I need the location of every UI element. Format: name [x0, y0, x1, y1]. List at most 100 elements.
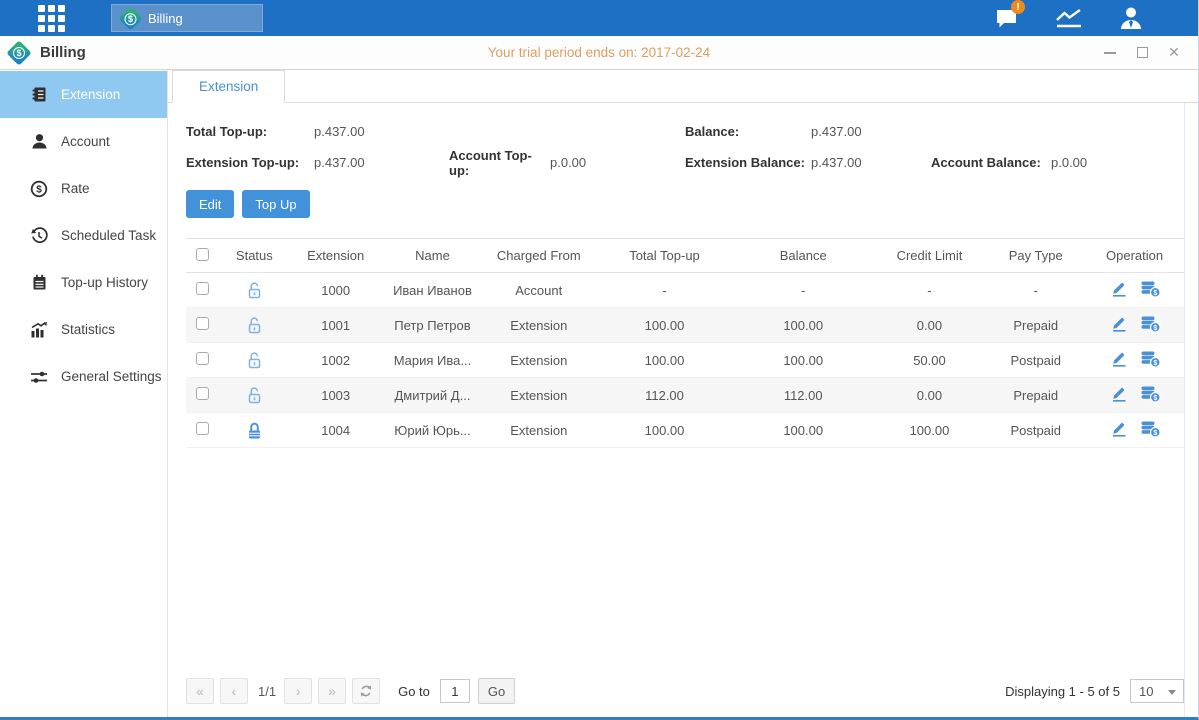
- pay-type-cell: Prepaid: [986, 378, 1085, 413]
- extension-cell: 1003: [289, 378, 383, 413]
- topup-icon: $: [1140, 420, 1161, 441]
- row-checkbox[interactable]: [196, 317, 209, 330]
- topup-extension-button[interactable]: $: [1140, 350, 1162, 370]
- svg-text:$: $: [1153, 289, 1157, 296]
- topup-extension-button[interactable]: $: [1140, 385, 1162, 405]
- column-header-charged-from: Charged From: [482, 239, 595, 273]
- edit-extension-button[interactable]: [1108, 420, 1130, 440]
- balance-cell: 100.00: [734, 308, 873, 343]
- topup-extension-button[interactable]: $: [1140, 420, 1162, 440]
- edit-extension-button[interactable]: [1108, 315, 1130, 335]
- svg-text:$: $: [1153, 324, 1157, 331]
- row-checkbox[interactable]: [196, 282, 209, 295]
- pay-type-cell: Postpaid: [986, 413, 1085, 448]
- tab-bar: Extension: [168, 70, 1198, 103]
- status-cell: [220, 273, 289, 308]
- extensions-table: StatusExtensionNameCharged FromTotal Top…: [186, 238, 1184, 448]
- refresh-icon[interactable]: [352, 678, 380, 704]
- operation-cell: $: [1085, 308, 1184, 343]
- first-page-button[interactable]: «: [186, 678, 214, 704]
- balance-label: Balance:: [685, 124, 811, 139]
- taskbar-billing-label: Billing: [148, 11, 183, 26]
- tab-extension-label: Extension: [199, 79, 258, 94]
- trial-notice: Your trial period ends on: 2017-02-24: [0, 45, 1198, 60]
- credit-limit-cell: 0.00: [873, 378, 987, 413]
- tab-extension[interactable]: Extension: [172, 70, 285, 103]
- window-title: Billing: [40, 44, 86, 61]
- name-cell: Юрий Юрь...: [383, 413, 483, 448]
- topup-icon: $: [1140, 280, 1161, 301]
- topup-history-icon: [30, 274, 48, 292]
- sidebar-item-scheduled-task[interactable]: Scheduled Task: [0, 212, 167, 259]
- lock-open-icon: [246, 351, 263, 370]
- sidebar-item-top-up-history[interactable]: Top-up History: [0, 259, 167, 306]
- account-balance-label: Account Balance:: [931, 155, 1051, 170]
- operation-cell: $: [1085, 378, 1184, 413]
- page-size-select[interactable]: 10: [1130, 679, 1184, 703]
- statistics-icon: [30, 321, 48, 339]
- page-indicator: 1/1: [258, 684, 276, 699]
- close-button[interactable]: ✕: [1166, 45, 1182, 61]
- edit-extension-button[interactable]: [1108, 350, 1130, 370]
- app-window: $ Billing ! $ Billing: [0, 0, 1199, 720]
- row-checkbox[interactable]: [196, 422, 209, 435]
- operation-cell: $: [1085, 413, 1184, 448]
- name-cell: Мария Ива...: [383, 343, 483, 378]
- app-grid-icon[interactable]: [38, 5, 65, 32]
- user-account-icon[interactable]: [1116, 5, 1146, 31]
- column-header-status: Status: [220, 239, 289, 273]
- sidebar-item-label: Account: [61, 134, 110, 149]
- select-all-checkbox[interactable]: [196, 248, 209, 261]
- total-topup-label: Total Top-up:: [186, 124, 314, 139]
- extension-cell: 1001: [289, 308, 383, 343]
- sidebar-item-label: Extension: [61, 87, 120, 102]
- next-page-button[interactable]: ›: [284, 678, 312, 704]
- last-page-button[interactable]: »: [318, 678, 346, 704]
- balance-summary: Total Top-up: p.437.00 Extension Top-up:…: [186, 116, 1184, 178]
- edit-extension-button[interactable]: [1108, 385, 1130, 405]
- extension-balance-label: Extension Balance:: [685, 155, 811, 170]
- credit-limit-cell: -: [873, 273, 987, 308]
- edit-extension-button[interactable]: [1108, 280, 1130, 300]
- general-settings-icon: [30, 368, 48, 386]
- sidebar-item-label: Scheduled Task: [61, 228, 156, 243]
- sidebar-item-extension[interactable]: Extension: [0, 71, 167, 118]
- maximize-button[interactable]: [1134, 45, 1150, 61]
- sidebar-item-rate[interactable]: $Rate: [0, 165, 167, 212]
- row-checkbox[interactable]: [196, 387, 209, 400]
- messages-icon[interactable]: !: [992, 5, 1022, 31]
- monitor-chart-icon[interactable]: [1054, 5, 1084, 31]
- row-select-cell: [186, 413, 220, 448]
- topup-extension-button[interactable]: $: [1140, 315, 1162, 335]
- operation-cell: $: [1085, 273, 1184, 308]
- toolbar: Edit Top Up: [186, 190, 1184, 218]
- prev-page-button[interactable]: ‹: [220, 678, 248, 704]
- extension-icon: [30, 86, 48, 104]
- balance-value: p.437.00: [811, 124, 931, 139]
- goto-page-input[interactable]: [440, 679, 470, 703]
- sidebar-item-label: Rate: [61, 181, 90, 196]
- svg-text:$: $: [1153, 429, 1157, 436]
- lock-open-icon: [246, 281, 263, 300]
- topup-icon: $: [1140, 315, 1161, 336]
- top-up-button[interactable]: Top Up: [242, 190, 309, 218]
- sidebar-item-account[interactable]: Account: [0, 118, 167, 165]
- taskbar-billing-tab[interactable]: $ Billing: [111, 4, 263, 32]
- edit-button[interactable]: Edit: [186, 190, 234, 218]
- balance-cell: -: [734, 273, 873, 308]
- sidebar-item-general-settings[interactable]: General Settings: [0, 353, 167, 400]
- status-cell: [220, 308, 289, 343]
- account-topup-label: Account Top-up:: [449, 148, 550, 178]
- row-select-cell: [186, 343, 220, 378]
- table-row: 1000Иван ИвановAccount----$: [186, 273, 1184, 308]
- column-header-extension: Extension: [289, 239, 383, 273]
- credit-limit-cell: 0.00: [873, 308, 987, 343]
- goto-label: Go to: [398, 684, 430, 699]
- account-topup-value: p.0.00: [550, 155, 586, 170]
- go-button[interactable]: Go: [478, 678, 515, 704]
- topup-extension-button[interactable]: $: [1140, 280, 1162, 300]
- minimize-button[interactable]: [1102, 45, 1118, 61]
- row-checkbox[interactable]: [196, 352, 209, 365]
- sidebar-item-statistics[interactable]: Statistics: [0, 306, 167, 353]
- edit-icon: [1110, 315, 1128, 335]
